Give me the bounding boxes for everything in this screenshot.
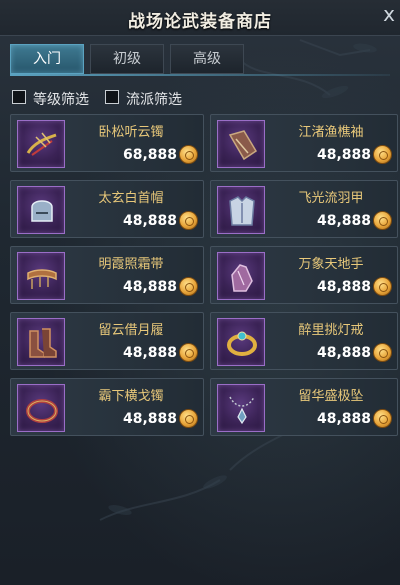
close-icon[interactable]: x [378, 2, 400, 28]
filter-bar: 等级筛选 流派筛选 [12, 88, 312, 108]
item-name: 卧松听云镯 [98, 125, 164, 140]
chest-armor-icon [229, 196, 255, 226]
coin-icon [373, 145, 392, 164]
item-icon-frame [17, 186, 65, 234]
item-card[interactable]: 卧松听云镯 68,888 [10, 114, 204, 172]
tab-underline [10, 74, 390, 76]
item-icon-frame [217, 186, 265, 234]
shop-window: 战场论武装备商店 x 入门 初级 高级 等级筛选 流派筛选 卧松听云镯 68,8… [0, 0, 400, 585]
level-filter-checkbox[interactable] [12, 90, 26, 104]
item-name: 留云借月履 [98, 323, 164, 338]
coin-icon [179, 277, 198, 296]
coin-icon [373, 277, 392, 296]
item-name: 明霞照霜带 [98, 257, 164, 272]
title-bar: 战场论武装备商店 x [0, 0, 400, 36]
item-price: 48,888 [122, 213, 177, 229]
helmet-icon [31, 200, 53, 222]
item-name: 留华盛极坠 [298, 389, 364, 404]
school-filter-label: 流派筛选 [126, 92, 182, 108]
item-name: 万象天地手 [298, 257, 364, 272]
ring-icon [227, 331, 257, 356]
item-card[interactable]: 太玄白首帽 48,888 [10, 180, 204, 238]
item-card[interactable]: 飞光流羽甲 48,888 [210, 180, 398, 238]
item-card[interactable]: 醉里挑灯戒 48,888 [210, 312, 398, 370]
item-price: 48,888 [316, 147, 371, 163]
coin-icon [373, 211, 392, 230]
item-price: 48,888 [122, 345, 177, 361]
item-icon-frame [17, 318, 65, 366]
sleeve-armor-icon [228, 130, 258, 161]
glove-icon [231, 264, 253, 292]
bracelet-feather-icon [26, 132, 57, 156]
item-card[interactable]: 留华盛极坠 48,888 [210, 378, 398, 436]
school-filter[interactable]: 流派筛选 [105, 88, 205, 108]
item-price: 48,888 [316, 279, 371, 295]
coin-icon [373, 343, 392, 362]
item-card[interactable]: 万象天地手 48,888 [210, 246, 398, 304]
item-price: 68,888 [122, 147, 177, 163]
item-card[interactable]: 明霞照霜带 48,888 [10, 246, 204, 304]
item-price: 48,888 [122, 279, 177, 295]
item-name: 江渚渔樵袖 [298, 125, 364, 140]
window-title: 战场论武装备商店 [128, 12, 272, 32]
item-icon-frame [17, 384, 65, 432]
item-icon-frame [217, 252, 265, 300]
item-price: 48,888 [316, 213, 371, 229]
item-name: 霸下横戈镯 [98, 389, 164, 404]
coin-icon [373, 409, 392, 428]
item-icon-frame [217, 120, 265, 168]
school-filter-checkbox[interactable] [105, 90, 119, 104]
item-price: 48,888 [316, 345, 371, 361]
boots-icon [29, 328, 57, 358]
item-price: 48,888 [122, 411, 177, 427]
item-name: 太玄白首帽 [98, 191, 164, 206]
item-name: 飞光流羽甲 [298, 191, 364, 206]
level-filter-label: 等级筛选 [33, 92, 89, 108]
item-name: 醉里挑灯戒 [298, 323, 364, 338]
item-icon-frame [17, 120, 65, 168]
item-card[interactable]: 留云借月履 48,888 [10, 312, 204, 370]
coin-icon [179, 211, 198, 230]
bangle-icon [26, 399, 58, 423]
level-filter[interactable]: 等级筛选 [12, 88, 102, 108]
pendant-icon [229, 396, 255, 425]
item-icon-frame [217, 318, 265, 366]
item-price: 48,888 [316, 411, 371, 427]
item-icon-frame [17, 252, 65, 300]
coin-icon [179, 343, 198, 362]
tab-junior[interactable]: 初级 [90, 44, 164, 74]
item-card[interactable]: 江渚渔樵袖 48,888 [210, 114, 398, 172]
tier-tabs: 入门 初级 高级 [10, 44, 246, 74]
belt-icon [27, 269, 57, 289]
coin-icon [179, 409, 198, 428]
item-card[interactable]: 霸下横戈镯 48,888 [10, 378, 204, 436]
tab-beginner[interactable]: 入门 [10, 44, 84, 74]
tab-advanced[interactable]: 高级 [170, 44, 244, 74]
item-icon-frame [217, 384, 265, 432]
coin-icon [179, 145, 198, 164]
